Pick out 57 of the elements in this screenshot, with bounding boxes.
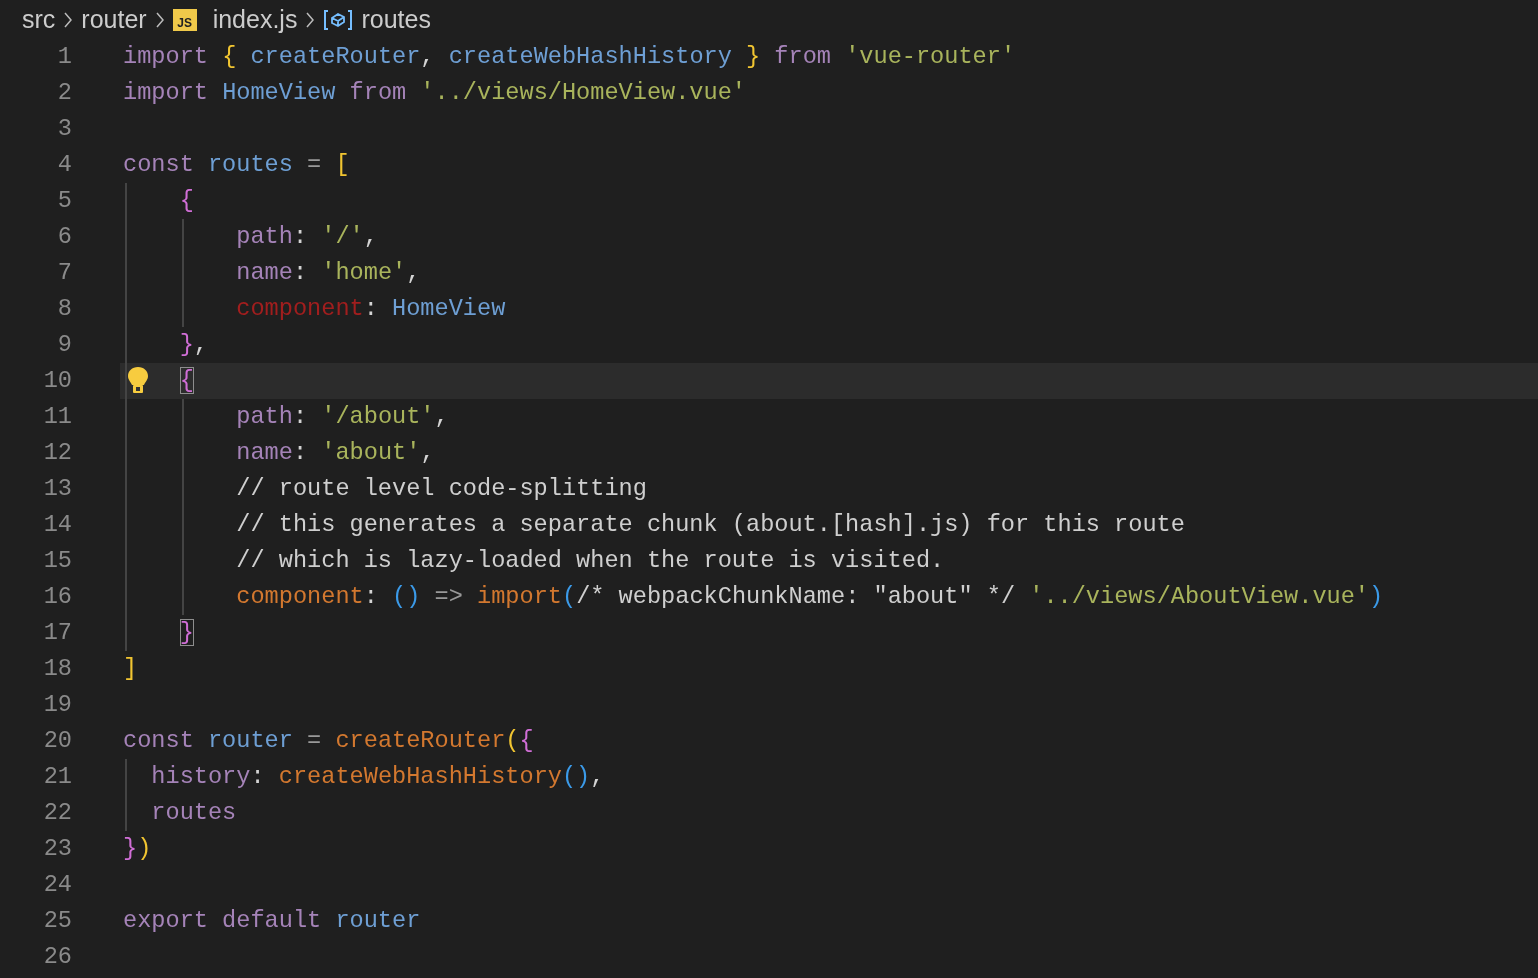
line-number: 13 — [42, 474, 72, 504]
code-line: name: 'home', — [235, 259, 421, 286]
line-number: 5 — [56, 186, 72, 216]
line-number: 26 — [42, 942, 72, 972]
line-number: 14 — [42, 510, 72, 540]
breadcrumb-item[interactable]: router — [81, 5, 147, 34]
code-line: }) — [123, 835, 152, 862]
line-number: 7 — [56, 258, 72, 288]
code-line: const routes = [ — [123, 151, 350, 178]
code-line: { — [178, 187, 194, 214]
code-line: import HomeView from '../views/HomeView.vue' — [123, 79, 746, 106]
code-line: component: HomeView — [235, 295, 506, 322]
code-line: path: '/', — [235, 223, 378, 250]
line-number: 19 — [42, 690, 72, 720]
js-file-icon: JS — [172, 8, 197, 31]
code-line: path: '/about', — [235, 403, 449, 430]
code-line: // this generates a separate chunk (about.[hash].js) for this route — [235, 511, 1185, 538]
line-number: 20 — [42, 726, 72, 756]
code-line: { — [178, 367, 194, 394]
line-number: 25 — [42, 906, 72, 936]
line-number: 3 — [56, 114, 72, 144]
line-number: 8 — [56, 294, 72, 324]
code-line: ] — [123, 655, 138, 682]
line-number: 22 — [42, 798, 72, 828]
breadcrumb-label[interactable]: index.js — [212, 5, 298, 34]
chevron-icon — [63, 10, 74, 29]
code-line: // which is lazy-loaded when the route is visited. — [235, 547, 945, 574]
code-line: history: createWebHashHistory(), — [150, 763, 605, 790]
code-line: routes — [150, 799, 237, 826]
code-line: component: () => import(/* webpackChunkName: "about" */ '../views/AboutView.vue') — [235, 583, 1384, 610]
code-line: name: 'about', — [235, 439, 435, 466]
line-number: 15 — [42, 546, 72, 576]
code-line: // route level code-splitting — [235, 475, 647, 502]
code-line: } — [178, 619, 194, 646]
line-number: 2 — [56, 78, 72, 108]
line-number: 1 — [56, 42, 72, 72]
line-number: 4 — [56, 150, 72, 180]
line-number: 16 — [42, 582, 72, 612]
line-number: 12 — [42, 438, 72, 468]
line-number: 10 — [42, 366, 72, 396]
breadcrumb-item[interactable]: src — [22, 5, 56, 34]
code-line: }, — [178, 331, 208, 358]
line-number: 21 — [42, 762, 72, 792]
line-number: 9 — [56, 330, 72, 360]
chevron-icon — [305, 10, 316, 29]
line-number: 17 — [42, 618, 72, 648]
line-number: 11 — [42, 402, 72, 432]
line-number: 24 — [42, 870, 72, 900]
code-line: import { createRouter, createWebHashHistory } from 'vue-router' — [123, 43, 1016, 70]
breadcrumb-label[interactable]: routes — [361, 5, 431, 34]
chevron-icon — [154, 10, 165, 29]
code-line: export default router — [123, 907, 421, 934]
line-number: 6 — [56, 222, 72, 252]
code-line: const router = createRouter({ — [123, 727, 534, 754]
symbol-icon — [323, 8, 354, 31]
line-number: 18 — [42, 654, 72, 684]
line-number: 23 — [42, 834, 72, 864]
